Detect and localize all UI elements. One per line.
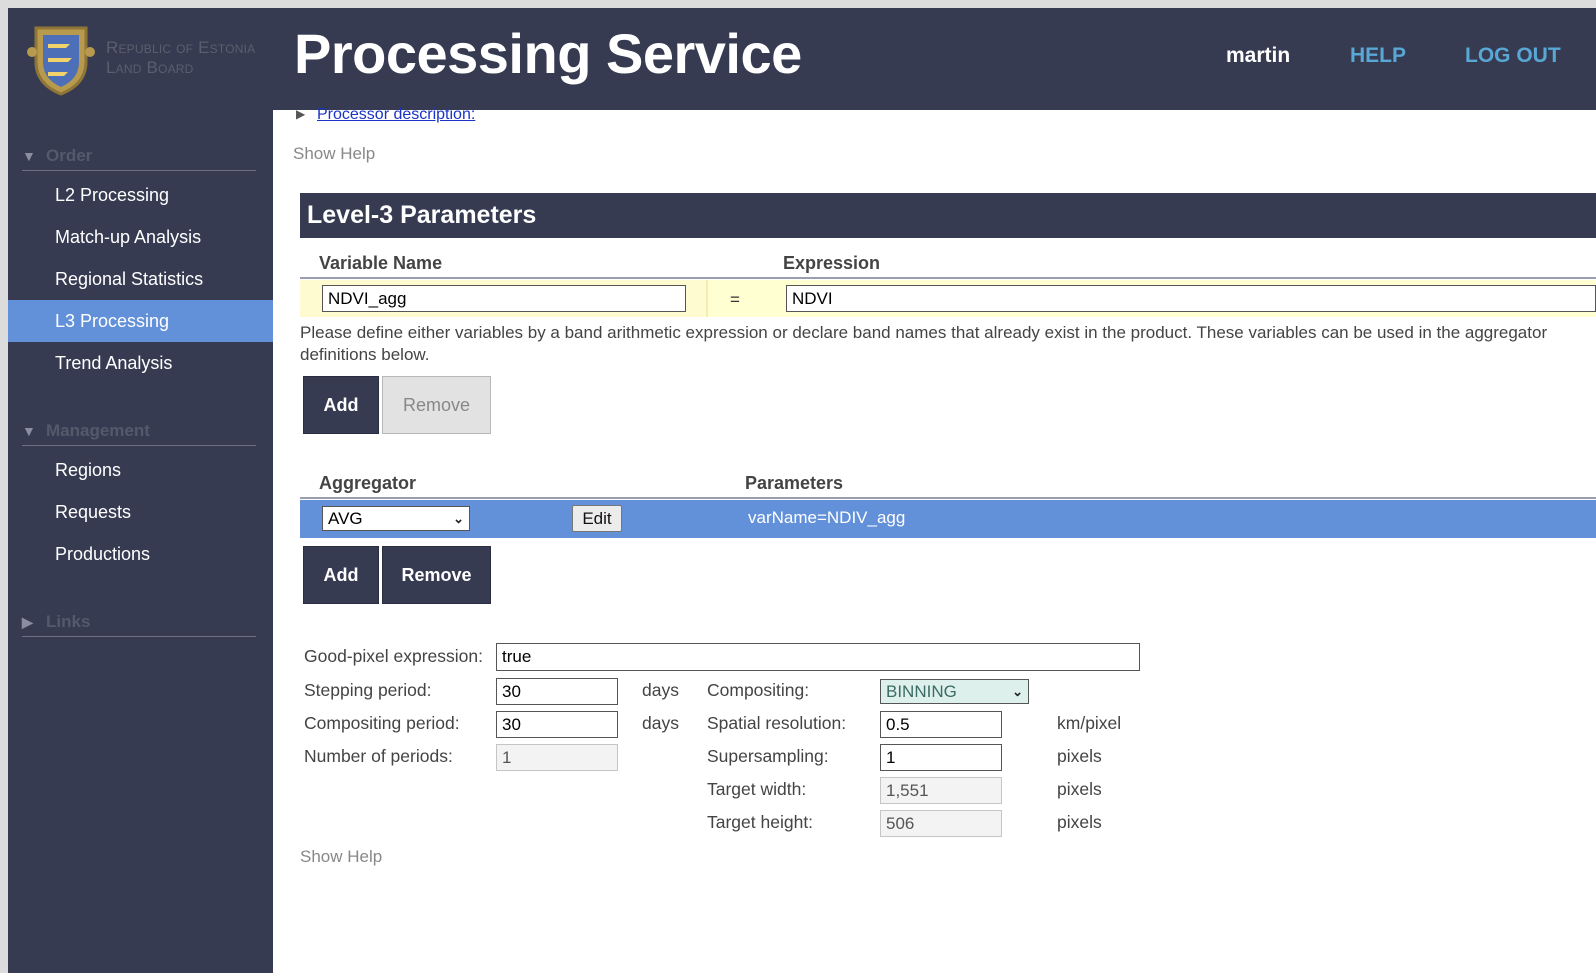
expression-input[interactable] xyxy=(786,285,1596,312)
chevron-down-icon: ⌄ xyxy=(453,511,464,526)
app-title: Processing Service xyxy=(294,22,802,85)
expand-arrow-icon: ▶ xyxy=(296,107,306,121)
expand-arrow-icon: ▶ xyxy=(22,614,33,630)
sidebar-section-management[interactable]: ▼ Management xyxy=(22,421,256,446)
target-height-unit: pixels xyxy=(1057,812,1102,832)
remove-variable-button[interactable]: Remove xyxy=(382,376,491,434)
equals-sign: = xyxy=(730,290,740,309)
target-height-input xyxy=(880,810,1002,837)
collapse-arrow-icon: ▼ xyxy=(22,423,36,439)
app-window: Republic of Estonia Land Board Processin… xyxy=(8,8,1596,973)
sidebar-section-order[interactable]: ▼ Order xyxy=(22,146,256,171)
compositing-period-label: Compositing period: xyxy=(304,713,460,733)
add-aggregator-button[interactable]: Add xyxy=(303,546,379,604)
sidebar-section-label: Management xyxy=(46,421,150,440)
stepping-period-unit: days xyxy=(642,680,679,700)
good-pixel-input[interactable] xyxy=(496,643,1140,671)
sidebar-item-l2-processing[interactable]: L2 Processing xyxy=(8,174,273,216)
edit-aggregator-button[interactable]: Edit xyxy=(572,505,622,532)
logout-link[interactable]: LOG OUT xyxy=(1465,44,1561,68)
table-header-divider xyxy=(300,497,1596,499)
sidebar-section-links[interactable]: ▶ Links xyxy=(22,612,256,637)
brand-text: Republic of Estonia Land Board xyxy=(106,38,255,78)
supersampling-label: Supersampling: xyxy=(707,746,829,766)
compositing-select[interactable]: BINNING ⌄ xyxy=(880,679,1029,704)
sidebar-section-label: Links xyxy=(46,612,91,631)
expression-header: Expression xyxy=(783,253,881,273)
sidebar-item-l3-processing[interactable]: L3 Processing xyxy=(8,300,273,342)
variables-help-note: Please define either variables by a band… xyxy=(300,323,1548,364)
help-link[interactable]: HELP xyxy=(1350,44,1406,68)
compositing-period-unit: days xyxy=(642,713,679,733)
compositing-period-input[interactable] xyxy=(496,711,618,738)
aggregator-parameters: varName=NDIV_agg xyxy=(748,508,906,527)
number-of-periods-input xyxy=(496,744,618,771)
show-help-link[interactable]: Show Help xyxy=(300,847,382,867)
number-of-periods-label: Number of periods: xyxy=(304,746,453,766)
header: Republic of Estonia Land Board Processin… xyxy=(8,8,1596,110)
parameters-header: Parameters xyxy=(745,473,844,493)
estonia-coat-of-arms-logo xyxy=(27,26,95,96)
sidebar-section-label: Order xyxy=(46,146,93,165)
aggregator-row[interactable] xyxy=(300,500,1596,538)
stepping-period-label: Stepping period: xyxy=(304,680,432,700)
table-header-divider xyxy=(300,277,1596,279)
compositing-select-value: BINNING xyxy=(886,682,957,701)
compositing-label: Compositing: xyxy=(707,680,810,700)
good-pixel-label: Good-pixel expression: xyxy=(304,646,483,666)
add-variable-button[interactable]: Add xyxy=(303,376,379,434)
target-width-label: Target width: xyxy=(707,779,807,799)
remove-aggregator-button[interactable]: Remove xyxy=(382,546,491,604)
sidebar-item-trend-analysis[interactable]: Trend Analysis xyxy=(8,342,273,384)
supersampling-input[interactable] xyxy=(880,744,1002,771)
show-help-link[interactable]: Show Help xyxy=(293,144,375,164)
aggregator-header: Aggregator xyxy=(319,473,417,493)
supersampling-unit: pixels xyxy=(1057,746,1102,766)
sidebar: ▼ Order L2 Processing Match-up Analysis R… xyxy=(8,110,273,973)
stepping-period-input[interactable] xyxy=(496,678,618,705)
aggregator-select-value: AVG xyxy=(328,509,363,528)
brand-line-1: Republic of Estonia xyxy=(106,38,256,57)
target-height-label: Target height: xyxy=(707,812,814,832)
chevron-down-icon: ⌄ xyxy=(1012,684,1023,699)
brand-line-2: Land Board xyxy=(106,58,194,77)
processor-description-link[interactable]: Processor description: xyxy=(317,106,475,124)
sidebar-item-regional-statistics[interactable]: Regional Statistics xyxy=(8,258,273,300)
target-width-unit: pixels xyxy=(1057,779,1102,799)
spatial-resolution-unit: km/pixel xyxy=(1057,713,1122,733)
user-link[interactable]: martin xyxy=(1226,44,1290,68)
sidebar-item-requests[interactable]: Requests xyxy=(8,491,273,533)
sidebar-item-regions[interactable]: Regions xyxy=(8,449,273,491)
sidebar-item-match-up-analysis[interactable]: Match-up Analysis xyxy=(8,216,273,258)
variable-name-input[interactable] xyxy=(322,285,686,312)
panel-title: Level-3 Parameters xyxy=(300,193,1596,238)
target-width-input xyxy=(880,777,1002,804)
sidebar-item-productions[interactable]: Productions xyxy=(8,533,273,575)
collapse-arrow-icon: ▼ xyxy=(22,148,36,164)
variable-name-header: Variable Name xyxy=(319,253,443,273)
spatial-resolution-input[interactable] xyxy=(880,711,1002,738)
spatial-resolution-label: Spatial resolution: xyxy=(707,713,847,733)
aggregator-select[interactable]: AVG ⌄ xyxy=(322,506,470,531)
